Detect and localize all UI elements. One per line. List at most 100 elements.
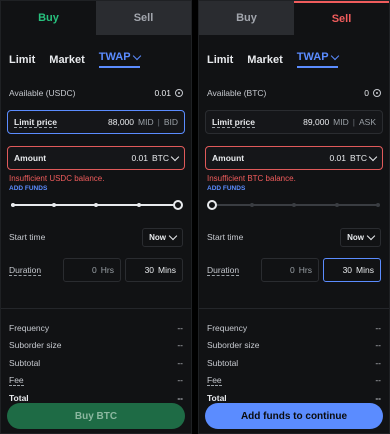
slider-tick [249, 203, 254, 207]
summary-value: -- [375, 357, 381, 368]
amount-field[interactable]: Amount 0.01 BTC [205, 146, 383, 170]
summary-suborder-size: Suborder size -- [199, 337, 389, 355]
order-type-market[interactable]: Market [49, 54, 84, 66]
amount-value[interactable]: 0.01 [329, 153, 346, 163]
slider-tick [292, 203, 297, 207]
duration-hours-input[interactable]: 0 Hrs [261, 258, 319, 282]
duration-hours-unit: Hrs [100, 265, 114, 275]
order-type-limit[interactable]: Limit [9, 54, 35, 66]
amount-field[interactable]: Amount 0.01 BTC [7, 146, 185, 170]
duration-hours-input[interactable]: 0 Hrs [63, 258, 121, 282]
limit-price-field[interactable]: Limit price 88,000 MID | BID [7, 110, 185, 134]
order-summary: Frequency -- Suborder size -- Subtotal -- F… [1, 309, 191, 407]
order-type-twap-label: TWAP [296, 51, 329, 63]
side-tabs: Buy Sell [199, 1, 389, 35]
chevron-down-icon [368, 152, 378, 161]
available-value-group: 0.01 [154, 88, 183, 98]
start-time-select[interactable]: Now [340, 227, 381, 247]
amount-label: Amount [14, 153, 47, 163]
chevron-down-icon [170, 152, 180, 161]
amount-unit-select[interactable]: BTC [152, 152, 180, 163]
summary-label: Frequency [207, 322, 248, 333]
add-funds-link[interactable]: ADD FUNDS [199, 183, 389, 192]
start-time-row: Start time Now [1, 226, 191, 248]
separator: | [157, 117, 160, 127]
summary-subtotal: Subtotal -- [199, 354, 389, 372]
start-time-select[interactable]: Now [142, 227, 183, 247]
order-type-market[interactable]: Market [247, 54, 282, 66]
start-time-label: Start time [207, 232, 244, 242]
slider-tick [51, 203, 56, 207]
add-circle-icon[interactable] [373, 89, 381, 97]
order-type-twap[interactable]: TWAP [98, 51, 141, 68]
order-type-twap[interactable]: TWAP [296, 51, 339, 68]
mid-button[interactable]: MID [138, 117, 154, 127]
limit-price-value[interactable]: 89,000 [303, 117, 329, 127]
amount-unit-select[interactable]: BTC [350, 152, 378, 163]
order-type-limit[interactable]: Limit [207, 54, 233, 66]
ask-button[interactable]: ASK [359, 117, 376, 127]
summary-label: Subtotal [207, 357, 239, 368]
chevron-down-icon [330, 51, 339, 60]
duration-minutes-input[interactable]: 30 Mins [323, 258, 381, 282]
available-value: 0 [364, 88, 369, 98]
tab-sell[interactable]: Sell [294, 1, 389, 35]
summary-label: Frequency [9, 322, 50, 333]
amount-unit: BTC [350, 153, 367, 163]
summary-label: Fee [207, 374, 222, 386]
add-funds-link[interactable]: ADD FUNDS [1, 183, 191, 192]
summary-value: -- [177, 375, 183, 386]
tab-buy[interactable]: Buy [199, 1, 294, 35]
summary-subtotal: Subtotal -- [1, 354, 191, 372]
add-funds-to-continue-button[interactable]: Add funds to continue [205, 403, 383, 429]
available-label: Available (USDC) [9, 88, 76, 98]
duration-minutes-unit: Mins [356, 265, 374, 275]
slider-handle[interactable] [207, 200, 217, 210]
summary-label: Suborder size [207, 340, 260, 351]
start-time-label: Start time [9, 232, 46, 242]
duration-hours-value: 0 [290, 265, 295, 275]
tab-buy[interactable]: Buy [1, 1, 96, 35]
error-message: Insufficient BTC balance. [207, 174, 296, 183]
duration-hours-value: 0 [92, 265, 97, 275]
start-time-row: Start time Now [199, 226, 389, 248]
sell-order-panel: Buy Sell Limit Market TWAP Available (BT… [198, 0, 390, 434]
amount-slider[interactable] [11, 200, 183, 210]
order-summary: Frequency -- Suborder size -- Subtotal -- F… [199, 309, 389, 407]
start-time-value: Now [149, 232, 166, 242]
summary-label: Total [207, 392, 227, 403]
amount-value-group: 0.01 BTC [131, 152, 180, 163]
duration-hours-unit: Hrs [298, 265, 312, 275]
limit-price-value-group: 88,000 MID | BID [108, 117, 178, 127]
order-type-twap-label: TWAP [98, 51, 131, 63]
buy-order-panel: Buy Sell Limit Market TWAP Available (US… [0, 0, 192, 434]
error-message: Insufficient USDC balance. [9, 174, 105, 183]
amount-unit: BTC [152, 153, 169, 163]
amount-value[interactable]: 0.01 [131, 153, 148, 163]
slider-tick [94, 203, 99, 207]
duration-row: Duration 0 Hrs 30 Mins [199, 258, 389, 282]
duration-minutes-unit: Mins [158, 265, 176, 275]
summary-suborder-size: Suborder size -- [1, 337, 191, 355]
limit-price-field[interactable]: Limit price 89,000 MID | ASK [205, 110, 383, 134]
duration-minutes-input[interactable]: 30 Mins [125, 258, 183, 282]
mid-button[interactable]: MID [333, 117, 349, 127]
bid-button[interactable]: BID [164, 117, 178, 127]
summary-frequency: Frequency -- [199, 319, 389, 337]
duration-minutes-value: 30 [144, 265, 155, 275]
summary-label: Suborder size [9, 340, 62, 351]
slider-handle[interactable] [173, 200, 183, 210]
chevron-down-icon [168, 231, 178, 240]
amount-slider[interactable] [207, 200, 380, 210]
buy-btc-button[interactable]: Buy BTC [7, 403, 185, 429]
add-circle-icon[interactable] [175, 89, 183, 97]
limit-price-value[interactable]: 88,000 [108, 117, 134, 127]
duration-inputs: 0 Hrs 30 Mins [261, 258, 381, 282]
tab-sell[interactable]: Sell [96, 1, 191, 35]
duration-label: Duration [9, 264, 42, 276]
slider-tick [11, 203, 15, 207]
available-label: Available (BTC) [207, 88, 267, 98]
summary-fee: Fee -- [199, 372, 389, 390]
order-forms: Buy Sell Limit Market TWAP Available (US… [0, 0, 390, 434]
summary-label: Subtotal [9, 357, 41, 368]
